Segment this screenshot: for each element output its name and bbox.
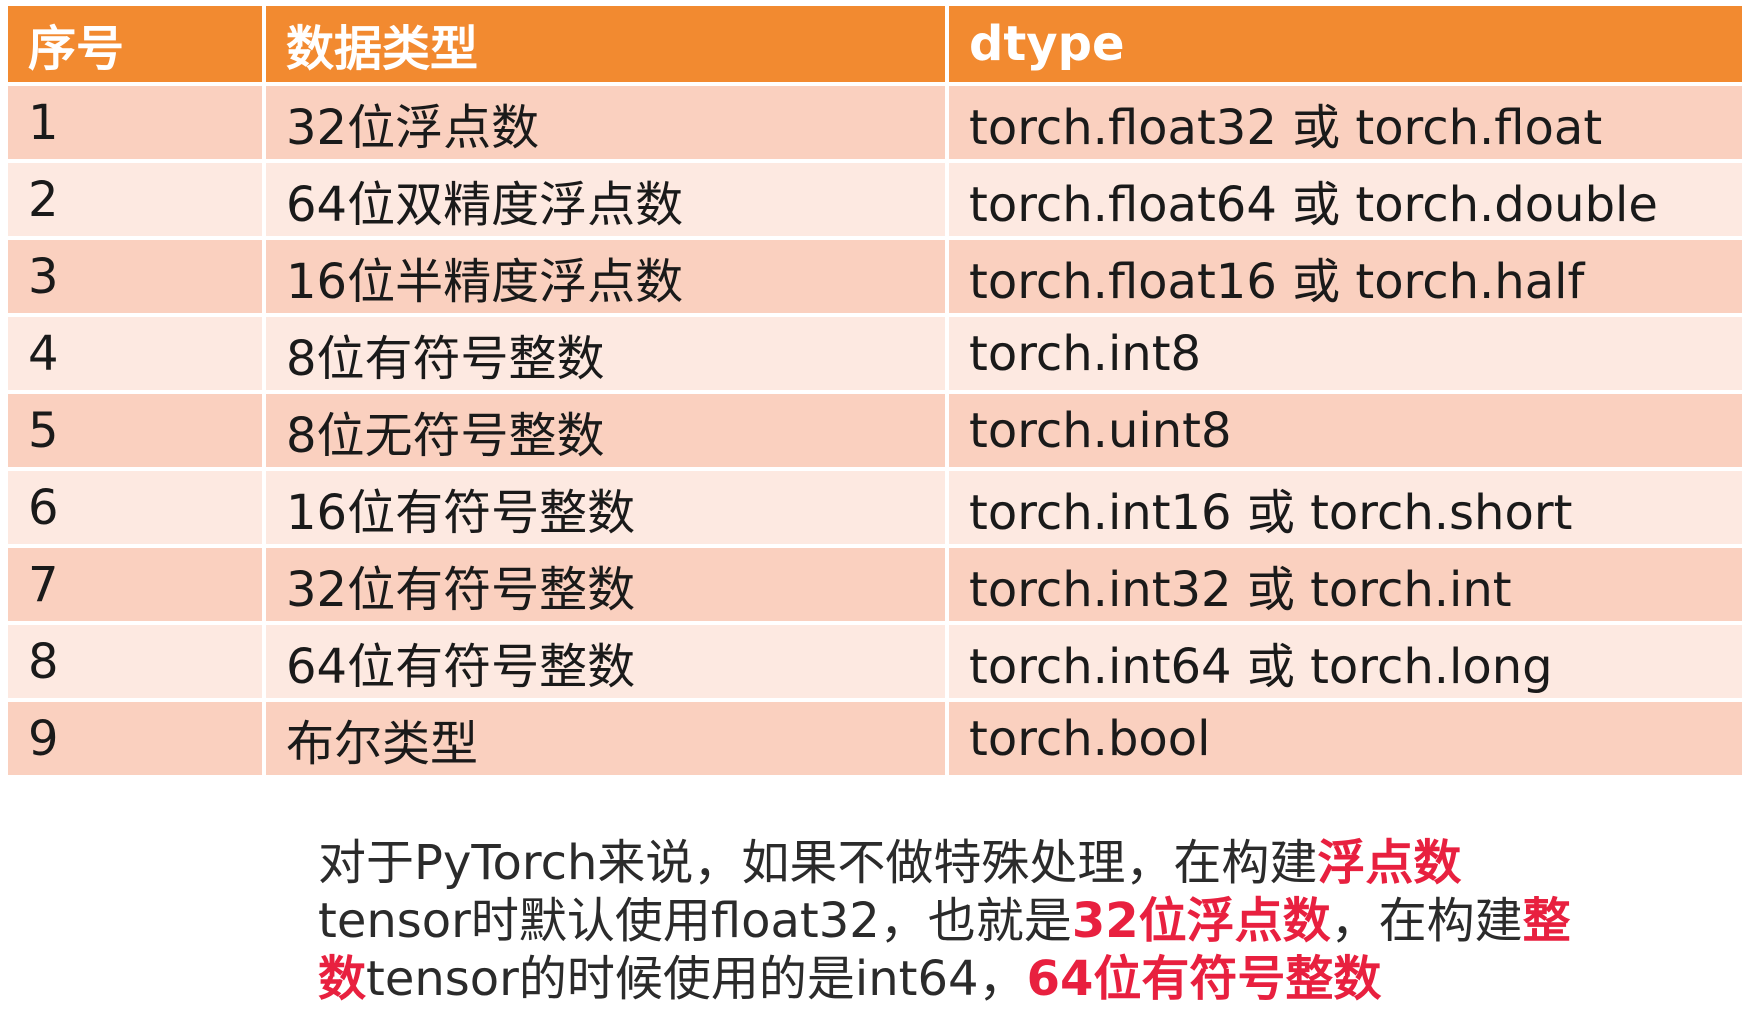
table-row: 7 32位有符号整数 torch.int32 或 torch.int xyxy=(8,548,1742,625)
note-highlight-int64: 64位有符号整数 xyxy=(1026,951,1382,1007)
header-dtype: dtype xyxy=(949,6,1742,86)
cell-data-type: 8位有符号整数 xyxy=(266,317,949,394)
cell-index: 3 xyxy=(8,240,266,317)
cell-index: 9 xyxy=(8,702,266,775)
note-highlight-float: 浮点数 xyxy=(1317,835,1462,891)
cell-data-type: 16位半精度浮点数 xyxy=(266,240,949,317)
note-text: tensor的时候使用的是int64， xyxy=(366,951,1027,1007)
dtype-table-container: 序号 数据类型 dtype 1 32位浮点数 torch.float32 或 t… xyxy=(8,6,1742,775)
table-header-row: 序号 数据类型 dtype xyxy=(8,6,1742,86)
cell-data-type: 16位有符号整数 xyxy=(266,471,949,548)
cell-data-type: 64位有符号整数 xyxy=(266,625,949,702)
table-row: 4 8位有符号整数 torch.int8 xyxy=(8,317,1742,394)
cell-dtype: torch.float32 或 torch.float xyxy=(949,86,1742,163)
dtype-table: 序号 数据类型 dtype 1 32位浮点数 torch.float32 或 t… xyxy=(8,6,1742,775)
cell-dtype: torch.int8 xyxy=(949,317,1742,394)
cell-index: 5 xyxy=(8,394,266,471)
cell-dtype: torch.int32 或 torch.int xyxy=(949,548,1742,625)
cell-index: 8 xyxy=(8,625,266,702)
cell-data-type: 32位浮点数 xyxy=(266,86,949,163)
cell-data-type: 布尔类型 xyxy=(266,702,949,775)
table-row: 8 64位有符号整数 torch.int64 或 torch.long xyxy=(8,625,1742,702)
cell-index: 6 xyxy=(8,471,266,548)
note-text: ，在构建 xyxy=(1330,893,1523,949)
table-row: 6 16位有符号整数 torch.int16 或 torch.short xyxy=(8,471,1742,548)
cell-index: 7 xyxy=(8,548,266,625)
table-row: 3 16位半精度浮点数 torch.float16 或 torch.half xyxy=(8,240,1742,317)
cell-index: 1 xyxy=(8,86,266,163)
note-highlight-float32: 32位浮点数 xyxy=(1071,893,1331,949)
header-index: 序号 xyxy=(8,6,266,86)
cell-dtype: torch.int16 或 torch.short xyxy=(949,471,1742,548)
default-dtype-note: 对于PyTorch来说，如果不做特殊处理，在构建浮点数 tensor时默认使用fl… xyxy=(318,834,1578,1008)
table-row: 1 32位浮点数 torch.float32 或 torch.float xyxy=(8,86,1742,163)
header-data-type: 数据类型 xyxy=(266,6,949,86)
cell-index: 2 xyxy=(8,163,266,240)
cell-data-type: 8位无符号整数 xyxy=(266,394,949,471)
cell-index: 4 xyxy=(8,317,266,394)
cell-dtype: torch.float16 或 torch.half xyxy=(949,240,1742,317)
table-row: 2 64位双精度浮点数 torch.float64 或 torch.double xyxy=(8,163,1742,240)
cell-dtype: torch.bool xyxy=(949,702,1742,775)
note-text: tensor时默认使用float32，也就是 xyxy=(318,893,1072,949)
cell-dtype: torch.float64 或 torch.double xyxy=(949,163,1742,240)
cell-data-type: 32位有符号整数 xyxy=(266,548,949,625)
cell-dtype: torch.int64 或 torch.long xyxy=(949,625,1742,702)
note-text: 对于PyTorch来说，如果不做特殊处理，在构建 xyxy=(318,835,1318,891)
table-row: 5 8位无符号整数 torch.uint8 xyxy=(8,394,1742,471)
cell-dtype: torch.uint8 xyxy=(949,394,1742,471)
table-row: 9 布尔类型 torch.bool xyxy=(8,702,1742,775)
cell-data-type: 64位双精度浮点数 xyxy=(266,163,949,240)
